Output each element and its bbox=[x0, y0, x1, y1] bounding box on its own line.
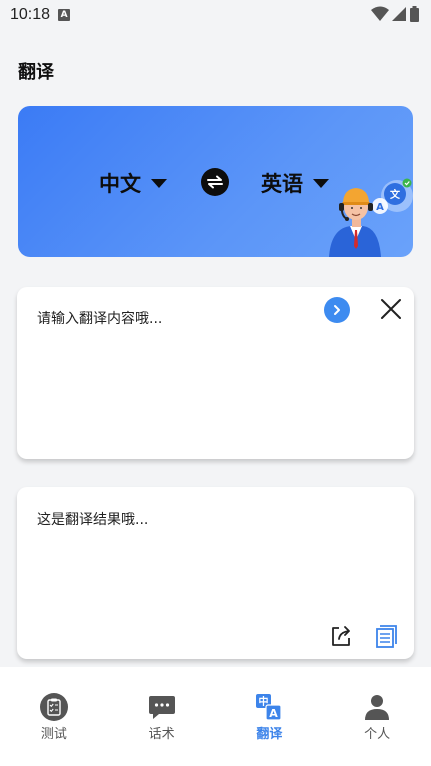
tab-profile[interactable]: 个人 bbox=[323, 667, 431, 766]
wifi-icon bbox=[371, 6, 389, 21]
tab-test[interactable]: 测试 bbox=[0, 667, 108, 766]
customer-agent-illustration: 文 A bbox=[329, 178, 413, 257]
caret-down-icon bbox=[151, 178, 167, 188]
translate-icon: 中 A bbox=[256, 694, 282, 721]
translation-output-card: 这是翻译结果哦... bbox=[17, 487, 414, 659]
tab-scripts[interactable]: 话术 bbox=[108, 667, 216, 766]
status-time: 10:18 bbox=[10, 6, 51, 23]
tab-translate-label: 翻译 bbox=[256, 727, 283, 742]
target-language-label: 英语 bbox=[261, 172, 303, 196]
swap-arrows-icon bbox=[207, 175, 223, 189]
tab-profile-label: 个人 bbox=[364, 727, 391, 742]
language-banner: 中文 英语 文 A bbox=[18, 106, 413, 257]
target-language-select[interactable]: 英语 bbox=[261, 168, 329, 198]
chevron-right-icon bbox=[334, 305, 340, 315]
tab-scripts-label: 话术 bbox=[148, 727, 175, 742]
bottom-tab-bar: 测试 话术 中 A 翻译 个人 bbox=[0, 667, 431, 766]
battery-icon bbox=[410, 6, 419, 22]
copy-icon[interactable] bbox=[374, 623, 400, 649]
translation-input-card[interactable]: 请输入翻译内容哦... bbox=[17, 287, 414, 459]
tab-translate[interactable]: 中 A 翻译 bbox=[216, 667, 324, 766]
translation-input-placeholder[interactable]: 请输入翻译内容哦... bbox=[37, 308, 162, 328]
status-bar: 10:18 A bbox=[0, 0, 431, 30]
swap-languages-button[interactable] bbox=[201, 168, 229, 196]
clipboard-check-icon bbox=[39, 693, 68, 721]
source-language-label: 中文 bbox=[99, 172, 141, 196]
page-title: 翻译 bbox=[18, 62, 54, 83]
translate-go-button[interactable] bbox=[324, 297, 350, 323]
signal-icon bbox=[392, 7, 406, 21]
status-notification-badge: A bbox=[58, 9, 71, 21]
person-icon bbox=[365, 695, 390, 720]
share-icon[interactable] bbox=[329, 624, 353, 648]
translation-output-text: 这是翻译结果哦... bbox=[37, 512, 149, 528]
svg-text:A: A bbox=[270, 707, 279, 720]
tab-test-label: 测试 bbox=[40, 727, 67, 742]
close-icon[interactable] bbox=[379, 297, 403, 321]
svg-text:A: A bbox=[376, 202, 384, 213]
source-language-select[interactable]: 中文 bbox=[99, 168, 167, 198]
chat-bubble-icon bbox=[148, 696, 175, 719]
status-indicators bbox=[371, 6, 419, 22]
svg-text:文: 文 bbox=[390, 188, 401, 201]
